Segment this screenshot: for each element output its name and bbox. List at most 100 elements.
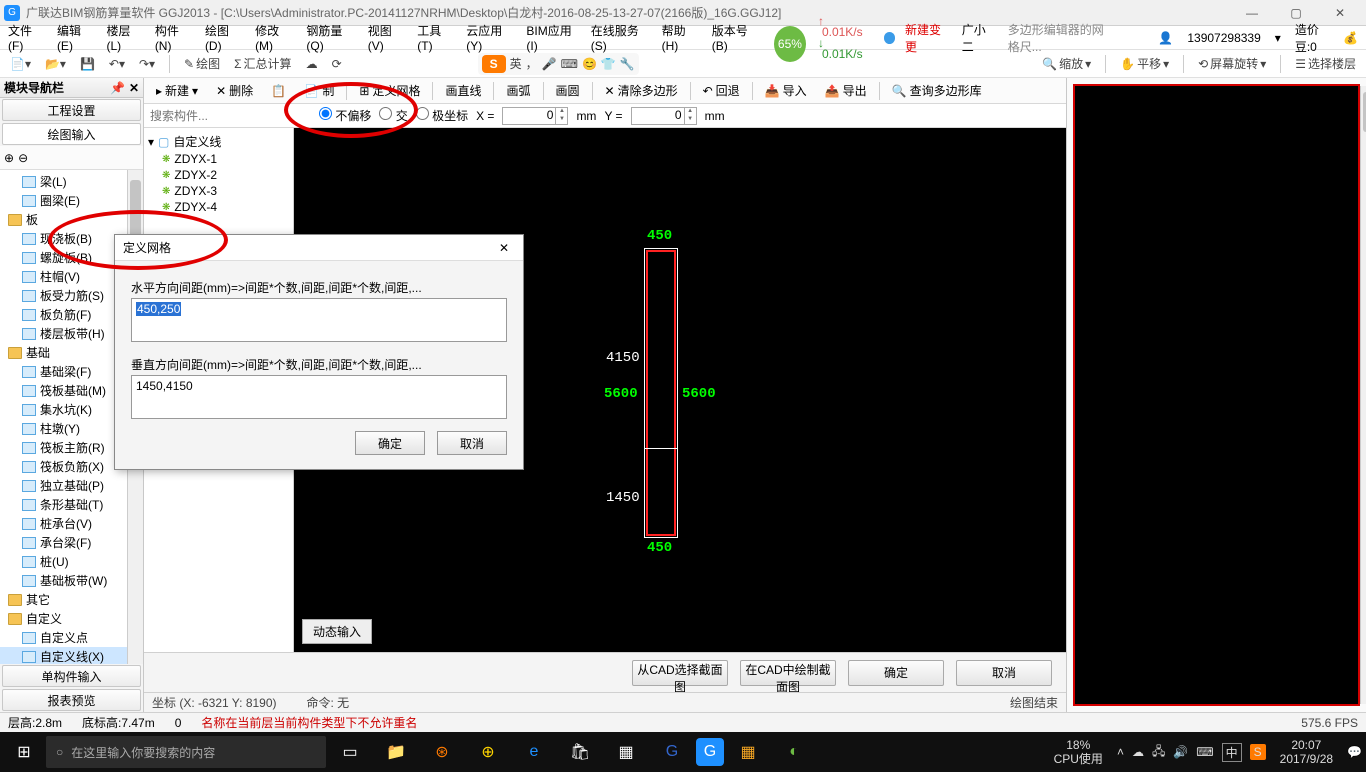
tab-single-input[interactable]: 单构件输入 xyxy=(2,665,141,687)
from-cad-button[interactable]: 从CAD选择截面图 xyxy=(632,660,728,686)
edge-icon[interactable]: e xyxy=(512,732,556,772)
app-icon-1[interactable]: 📁 xyxy=(374,732,418,772)
tray-vol-icon[interactable]: 🔊 xyxy=(1173,745,1188,759)
menu-online[interactable]: 在线服务(S) xyxy=(587,20,652,55)
pin-icon[interactable]: 📌 xyxy=(110,81,125,95)
expand-icon[interactable]: ⊕ xyxy=(4,151,14,165)
menu-version[interactable]: 版本号(B) xyxy=(708,20,762,55)
tray-up-icon[interactable]: ˄ xyxy=(1117,745,1124,759)
x-input[interactable]: 0▲▼ xyxy=(502,107,568,125)
preview-canvas[interactable] xyxy=(1073,84,1360,706)
pan-button[interactable]: ✋ 平移 ▾ xyxy=(1116,53,1173,74)
cloud-icon[interactable]: ☁ xyxy=(302,55,322,73)
clock[interactable]: 20:072017/9/28 xyxy=(1274,738,1339,766)
menu-bim[interactable]: BIM应用(I) xyxy=(522,20,580,55)
menu-component[interactable]: 构件(N) xyxy=(151,20,195,55)
draw-arc-button[interactable]: 画弧 xyxy=(500,80,536,101)
undo-button[interactable]: ↶ 回退 xyxy=(697,80,746,101)
dynamic-input-button[interactable]: 动态输入 xyxy=(302,619,372,644)
dialog-close-icon[interactable]: ✕ xyxy=(493,241,515,255)
panel-close-icon[interactable]: ✕ xyxy=(129,81,139,95)
app-icon-6[interactable]: G xyxy=(696,738,724,766)
ime-lang[interactable]: 英 xyxy=(510,55,522,72)
radio-polar[interactable]: 极坐标 xyxy=(416,107,468,124)
tab-project-settings[interactable]: 工程设置 xyxy=(2,99,141,121)
new-button[interactable]: ▸ 新建 ▾ xyxy=(150,80,204,101)
copy-button[interactable]: 📋 xyxy=(265,82,292,100)
import-button[interactable]: 📥 导入 xyxy=(759,80,813,101)
tray-cloud-icon[interactable]: ☁ xyxy=(1132,745,1144,759)
menu-file[interactable]: 文件(F) xyxy=(4,20,47,55)
app-icon-5[interactable]: G xyxy=(650,732,694,772)
h-input[interactable]: 450,250 xyxy=(131,298,507,342)
task-view-icon[interactable]: ▭ xyxy=(328,732,372,772)
app-icon-4[interactable]: ▦ xyxy=(604,732,648,772)
tree-node[interactable]: 自定义线(X) xyxy=(0,647,143,664)
rotate-button[interactable]: ⟲ 屏幕旋转 ▾ xyxy=(1194,53,1270,74)
redo-icon[interactable]: ↷▾ xyxy=(135,55,159,73)
tree-node[interactable]: 基础板带(W) xyxy=(0,571,143,590)
tray-kb-icon[interactable]: ⌨ xyxy=(1196,745,1213,759)
menu-tools[interactable]: 工具(T) xyxy=(413,20,456,55)
define-grid-button[interactable]: ⊞ 定义网格 xyxy=(353,80,426,101)
tree-node[interactable]: 板 xyxy=(0,210,143,229)
tree-node[interactable]: 承台梁(F) xyxy=(0,533,143,552)
app-icon-3[interactable]: ⊕ xyxy=(466,732,510,772)
notification-icon[interactable]: 💬 xyxy=(1347,745,1362,759)
tree-node[interactable]: 梁(L) xyxy=(0,172,143,191)
select-floor-button[interactable]: ☰ 选择楼层 xyxy=(1291,53,1360,74)
menu-view[interactable]: 视图(V) xyxy=(364,20,408,55)
new-file-icon[interactable]: 📄▾ xyxy=(6,55,35,73)
tab-draw-input[interactable]: 绘图输入 xyxy=(2,123,141,145)
plus-icon[interactable] xyxy=(884,32,896,44)
undo-icon[interactable]: ↶▾ xyxy=(105,55,129,73)
speed-indicator[interactable]: 65% xyxy=(774,26,806,62)
cancel-button[interactable]: 取消 xyxy=(956,660,1052,686)
ok-button[interactable]: 确定 xyxy=(848,660,944,686)
y-input[interactable]: 0▲▼ xyxy=(631,107,697,125)
search-input[interactable] xyxy=(144,107,311,125)
user-label[interactable]: 广小二 xyxy=(958,19,998,57)
tree-node[interactable]: 桩(U) xyxy=(0,552,143,571)
app-icon-7[interactable]: ▦ xyxy=(726,732,770,772)
tray-net-icon[interactable]: 🖧 xyxy=(1152,742,1165,763)
paste-button[interactable]: 📄 制 xyxy=(298,80,340,101)
draw-line-button[interactable]: 画直线 xyxy=(439,80,487,101)
tab-report-preview[interactable]: 报表预览 xyxy=(2,689,141,711)
tree-node[interactable]: 其它 xyxy=(0,590,143,609)
radio-intersect[interactable]: 交 xyxy=(379,107,407,124)
query-button[interactable]: 🔍 查询多边形库 xyxy=(886,80,988,101)
menu-help[interactable]: 帮助(H) xyxy=(658,20,702,55)
menu-floor[interactable]: 楼层(L) xyxy=(102,20,144,55)
dialog-cancel-button[interactable]: 取消 xyxy=(437,431,507,455)
tree-node[interactable]: 自定义 xyxy=(0,609,143,628)
app-icon-2[interactable]: ⊛ xyxy=(420,732,464,772)
menu-modify[interactable]: 修改(M) xyxy=(251,20,296,55)
preview-scrollbar[interactable] xyxy=(1360,86,1366,704)
draw-circle-button[interactable]: 画圆 xyxy=(550,80,586,101)
menu-cloud[interactable]: 云应用(Y) xyxy=(462,20,516,55)
menu-edit[interactable]: 编辑(E) xyxy=(53,20,97,55)
delete-button[interactable]: ✕ 删除 xyxy=(210,80,259,101)
save-icon[interactable]: 💾 xyxy=(76,55,99,73)
tree-node[interactable]: 自定义点 xyxy=(0,628,143,647)
clear-poly-button[interactable]: ✕ 清除多边形 xyxy=(599,80,684,101)
open-icon[interactable]: 📂▾ xyxy=(41,55,70,73)
sum-button[interactable]: Σ 汇总计算 xyxy=(230,53,295,74)
collapse-icon[interactable]: ⊖ xyxy=(18,151,28,165)
scale-button[interactable]: 🔍 缩放 ▾ xyxy=(1038,53,1095,74)
tree-node[interactable]: 独立基础(P) xyxy=(0,476,143,495)
tree-node[interactable]: 圈梁(E) xyxy=(0,191,143,210)
v-input[interactable]: 1450,4150 xyxy=(131,375,507,419)
new-change-button[interactable]: 新建变更 xyxy=(901,19,952,57)
tree-node[interactable]: 条形基础(T) xyxy=(0,495,143,514)
store-icon[interactable]: 🛍 xyxy=(558,732,602,772)
start-button[interactable]: ⊞ xyxy=(4,732,44,772)
export-button[interactable]: 📤 导出 xyxy=(819,80,873,101)
menu-rebar[interactable]: 钢筋量(Q) xyxy=(302,20,357,55)
system-tray[interactable]: 18%CPU使用 ˄ ☁ 🖧 🔊 ⌨ 中 S 20:072017/9/28 💬 xyxy=(1048,738,1362,766)
taskbar-search[interactable]: ○ 在这里输入你要搜索的内容 xyxy=(46,736,326,768)
app-icon-8[interactable]: ◐ xyxy=(772,732,816,772)
tray-sogou-icon[interactable]: S xyxy=(1250,744,1266,760)
draw-button[interactable]: ✎ 绘图 xyxy=(180,53,224,74)
